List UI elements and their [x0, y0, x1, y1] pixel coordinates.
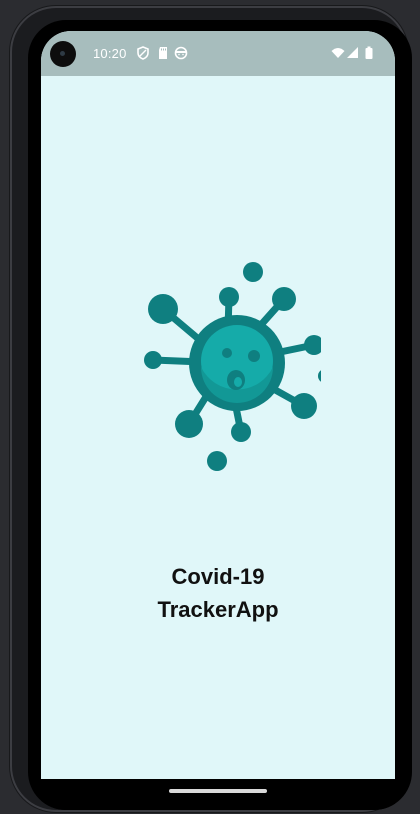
phone-frame: 10:20 Covid-19 TrackerApp	[10, 6, 412, 812]
virus-mouth-inner	[234, 377, 242, 387]
phone-bezel: 10:20 Covid-19 TrackerApp	[28, 20, 412, 810]
app-title: Covid-19 TrackerApp	[41, 560, 395, 626]
gesture-nav-bar	[41, 779, 395, 810]
wifi-icon	[331, 48, 345, 58]
front-camera	[50, 41, 76, 67]
virus-icon	[144, 262, 321, 471]
home-indicator[interactable]	[169, 789, 267, 793]
app-title-line2: TrackerApp	[157, 597, 279, 622]
app-screen: 10:20 Covid-19 TrackerApp	[41, 31, 395, 779]
status-time: 10:20	[93, 46, 127, 61]
app-title-line1: Covid-19	[171, 564, 265, 589]
shield-icon	[137, 46, 149, 60]
status-bar: 10:20	[41, 31, 395, 76]
sd-card-icon	[159, 47, 167, 59]
battery-icon	[365, 46, 373, 59]
splash-content: Covid-19 TrackerApp	[41, 76, 395, 779]
signal-icon	[347, 47, 358, 58]
face-icon	[174, 46, 188, 60]
